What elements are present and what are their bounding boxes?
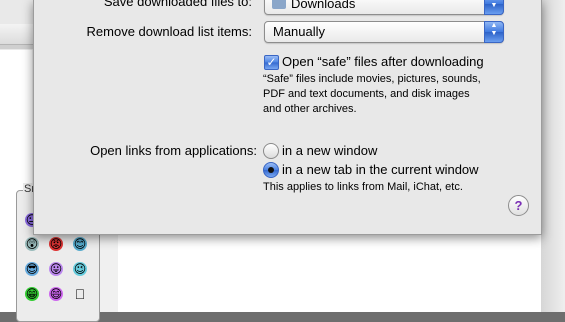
smiley-surprised-icon[interactable]: 😲 [25,237,39,251]
safe-files-description-line: PDF and text documents, and disk images [263,88,470,100]
smiley-angry-icon[interactable]: 😡 [49,237,63,251]
open-safe-files-label[interactable]: Open “safe” files after downloading [282,54,484,69]
open-safe-files-checkbox[interactable]: ✓ [264,55,279,70]
apple-icon[interactable]:  [73,287,87,301]
remove-items-stepper: ▲ ▼ [484,21,504,43]
new-window-label[interactable]: in a new window [282,143,377,158]
save-location-value: Downloads [291,0,356,11]
save-location-label: Save downloaded files to: [103,0,252,9]
help-button[interactable]: ? [508,195,529,216]
save-location-stepper: ▲▼ [484,0,504,15]
remove-items-label: Remove download list items: [86,24,252,39]
background-right-edge [541,0,565,312]
smiley-happy-icon[interactable]: 😊 [73,237,87,251]
new-tab-radio[interactable] [263,162,279,178]
smiley-wink-icon[interactable]: 😉 [73,262,87,276]
folder-icon [272,0,286,9]
smiley-laugh-icon[interactable]: 😄 [49,287,63,301]
safe-files-description-line: “Safe” files include movies, pictures, s… [263,73,481,85]
new-tab-label[interactable]: in a new tab in the current window [282,162,479,177]
save-location-popup[interactable]: Downloads ▲▼ [264,0,504,15]
smiley-cool-icon[interactable]: 😎 [25,262,39,276]
remove-items-popup[interactable]: Manually ▲ ▼ [264,21,504,43]
downloads-preferences-sheet: Save downloaded files to: Downloads ▲▼ R… [33,0,542,235]
safe-files-description-line: and other archives. [263,103,357,115]
remove-items-value: Manually [273,24,326,39]
smiley-grin-icon[interactable]: 😁 [25,287,39,301]
links-note: This applies to links from Mail, iChat, … [263,181,463,193]
new-window-radio[interactable] [263,143,279,159]
open-links-label: Open links from applications: [90,143,257,158]
smiley-tongue-icon[interactable]: 😛 [49,262,63,276]
